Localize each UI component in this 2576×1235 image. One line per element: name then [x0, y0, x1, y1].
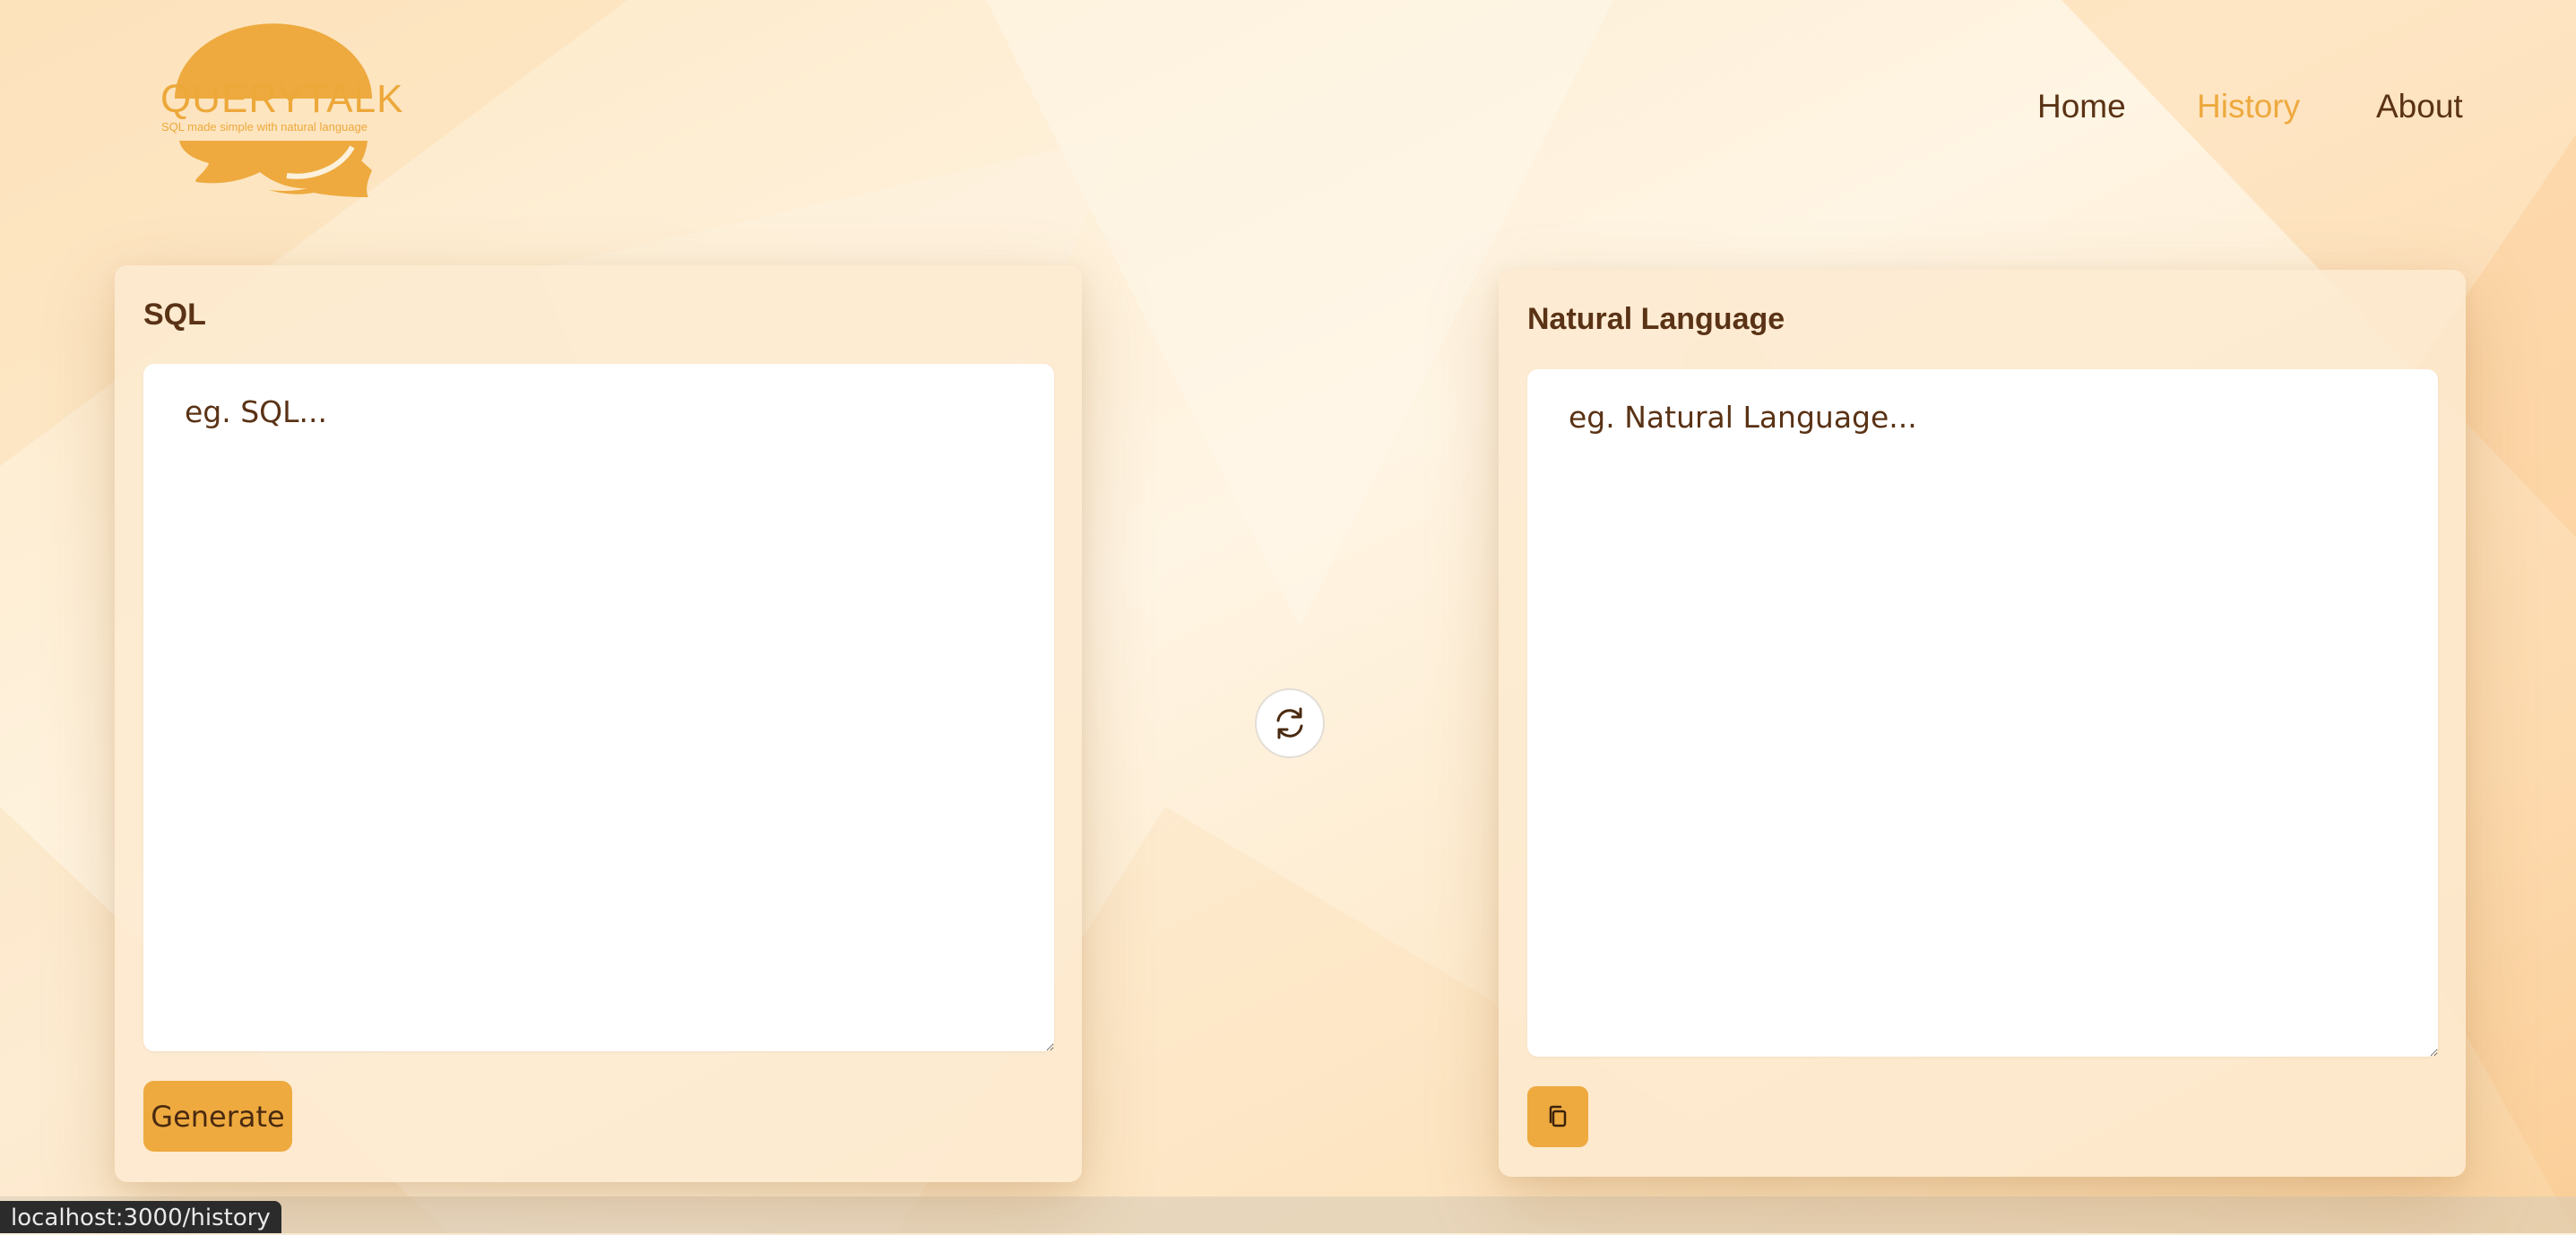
- generate-button[interactable]: Generate: [143, 1081, 292, 1152]
- copy-button[interactable]: [1527, 1086, 1588, 1147]
- logo-tagline: SQL made simple with natural language: [161, 120, 368, 134]
- swap-arrows-icon: [1276, 707, 1303, 739]
- sql-panel-title: SQL: [143, 298, 206, 332]
- nav-history[interactable]: History: [2197, 88, 2300, 125]
- nav-about[interactable]: About: [2376, 88, 2463, 125]
- natural-language-panel: Natural Language: [1499, 270, 2466, 1177]
- natural-language-panel-title: Natural Language: [1527, 302, 1785, 336]
- natural-language-output[interactable]: [1527, 369, 2438, 1057]
- sql-input[interactable]: [143, 364, 1054, 1051]
- status-bar-url: localhost:3000/history: [0, 1201, 281, 1233]
- logo-wordmark: QUERYTALK: [160, 77, 404, 121]
- querytalk-logo[interactable]: QUERYTALK SQL made simple with natural l…: [157, 20, 404, 199]
- sql-panel: SQL Generate: [115, 265, 1082, 1182]
- nav-home[interactable]: Home: [2037, 88, 2126, 125]
- swap-button[interactable]: [1255, 688, 1325, 758]
- copy-icon: [1549, 1105, 1567, 1127]
